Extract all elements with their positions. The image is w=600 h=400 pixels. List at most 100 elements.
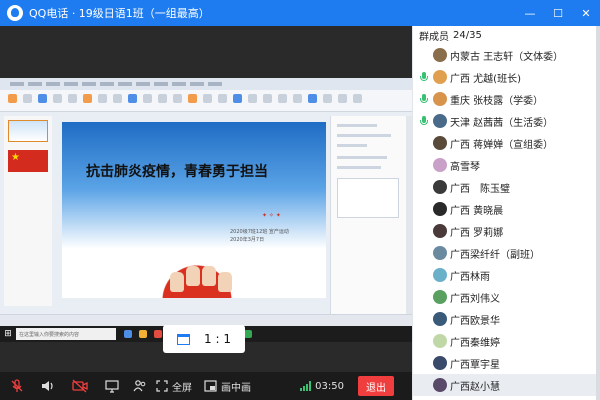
avatar — [433, 114, 447, 128]
member-name: 广西 蒋婵婵（宣组委） — [450, 139, 554, 151]
member-name: 广西 黄晓晨 — [450, 205, 504, 217]
signal-strength-icon — [300, 381, 312, 391]
avatar — [433, 180, 447, 194]
member-item[interactable]: 重庆 张枝露（学委） — [413, 88, 600, 110]
aspect-ratio-icon — [177, 333, 191, 345]
avatar — [433, 224, 447, 238]
member-item[interactable]: 广西林雨 — [413, 264, 600, 286]
mic-active-icon — [419, 71, 429, 83]
slide-headline: 抗击肺炎疫情，青春勇于担当 — [86, 164, 268, 180]
member-name: 广西赵小慧 — [450, 381, 500, 393]
member-item[interactable]: 内蒙古 王志轩（文体委） — [413, 44, 600, 66]
member-item[interactable]: 天津 赵茜茜（生活委） — [413, 110, 600, 132]
presentation-ribbon — [0, 78, 412, 112]
member-item[interactable]: 广西 罗莉娜 — [413, 220, 600, 242]
camera-off-button[interactable] — [62, 372, 98, 400]
exit-call-button[interactable]: 退出 — [358, 376, 394, 396]
mic-off-icon — [11, 379, 23, 392]
avatar — [433, 202, 447, 216]
mute-mic-button[interactable] — [2, 372, 32, 400]
avatar — [433, 268, 447, 282]
taskbar-search: 在这里输入你要搜索的内容 — [16, 328, 116, 340]
minimize-button[interactable]: — — [516, 0, 544, 26]
member-count: 24/35 — [453, 29, 482, 41]
task-pane — [330, 116, 406, 328]
member-list: 内蒙古 王志轩（文体委） 广西 尤越(班长) 重庆 张枝露（学委） 天津 赵茜茜（生活… — [413, 44, 600, 396]
avatar — [433, 158, 447, 172]
member-item[interactable]: 广西欧景华 — [413, 308, 600, 330]
fullscreen-button[interactable]: 全屏 — [156, 372, 192, 400]
member-name: 广西刘伟义 — [450, 293, 500, 305]
avatar — [433, 48, 447, 62]
member-name: 天津 赵茜茜（生活委） — [450, 117, 554, 129]
mic-active-icon — [419, 115, 429, 127]
share-screen-button[interactable] — [98, 372, 126, 400]
member-item[interactable]: 广西赵小慧 — [413, 374, 600, 396]
member-name: 广西梁纤纤（副班） — [450, 249, 540, 261]
close-button[interactable]: ✕ — [572, 0, 600, 26]
speaker-button[interactable] — [32, 372, 62, 400]
member-item[interactable]: 广西秦维婷 — [413, 330, 600, 352]
doves-decoration: ✦ ✧ ✦ — [262, 212, 281, 219]
screen-share-icon — [105, 380, 119, 393]
members-button[interactable] — [126, 372, 154, 400]
member-item[interactable]: 广西 蒋婵婵（宣组委） — [413, 132, 600, 154]
member-list-scrollbar[interactable] — [596, 26, 600, 400]
member-name: 广西 尤越(班长) — [450, 73, 521, 85]
member-panel-title: 群成员 — [419, 31, 449, 43]
aspect-ratio-button[interactable]: 1 : 1 — [163, 325, 245, 353]
window-controls: — ☐ ✕ — [516, 0, 600, 26]
pip-label: 画中画 — [221, 382, 251, 394]
call-duration: 03:50 — [315, 380, 344, 392]
fullscreen-label: 全屏 — [172, 382, 192, 394]
avatar — [433, 92, 447, 106]
avatar — [433, 246, 447, 260]
member-name: 重庆 张枝露（学委） — [450, 95, 544, 107]
shared-screen: 抗击肺炎疫情，青春勇于担当 ✦ ✧ ✦ 2020级7班12班 宣产运动 2020… — [0, 78, 412, 328]
window-title: QQ电话 · 19级日语1班（一组最高） — [29, 7, 210, 20]
slide-thumbnails — [4, 116, 52, 306]
member-name: 广西 陈玉璧 — [450, 183, 510, 195]
member-item[interactable]: 广西梁纤纤（副班） — [413, 242, 600, 264]
slide-thumbnail-2 — [8, 150, 48, 172]
avatar — [433, 378, 447, 392]
member-item[interactable]: 广西刘伟义 — [413, 286, 600, 308]
fullscreen-icon — [156, 380, 168, 392]
picture-in-picture-button[interactable]: 画中画 — [204, 372, 251, 400]
member-item[interactable]: 高雪琴 — [413, 154, 600, 176]
mic-active-icon — [419, 93, 429, 105]
member-name: 广西覃宇星 — [450, 359, 500, 371]
avatar — [433, 136, 447, 150]
member-name: 内蒙古 王志轩（文体委） — [450, 51, 564, 63]
camera-off-icon — [72, 379, 88, 393]
member-item[interactable]: 广西 尤越(班长) — [413, 66, 600, 88]
member-name: 广西秦维婷 — [450, 337, 500, 349]
video-area: 抗击肺炎疫情，青春勇于担当 ✦ ✧ ✦ 2020级7班12班 宣产运动 2020… — [0, 26, 412, 372]
pip-icon — [204, 380, 217, 392]
speaker-icon — [42, 381, 53, 391]
maximize-button[interactable]: ☐ — [544, 0, 572, 26]
member-name: 广西 罗莉娜 — [450, 227, 504, 239]
raised-fists-graphic — [152, 240, 242, 298]
call-timer: 03:50 — [300, 372, 344, 400]
avatar — [433, 356, 447, 370]
member-item[interactable]: 广西覃宇星 — [413, 352, 600, 374]
slide-subtitle: 2020级7班12班 宣产运动 — [230, 229, 289, 235]
current-slide: 抗击肺炎疫情，青春勇于担当 ✦ ✧ ✦ 2020级7班12班 宣产运动 2020… — [62, 122, 326, 298]
member-name: 高雪琴 — [450, 161, 480, 173]
member-panel-header: 群成员 24/35 — [413, 26, 600, 44]
member-name: 广西林雨 — [450, 271, 490, 283]
title-bar: QQ电话 · 19级日语1班（一组最高） — ☐ ✕ — [0, 0, 600, 26]
member-item[interactable]: 广西 黄晓晨 — [413, 198, 600, 220]
call-controls: 全屏 画中画 03:50 退出 — [0, 372, 412, 400]
people-icon — [133, 380, 146, 392]
avatar — [433, 334, 447, 348]
avatar — [433, 312, 447, 326]
slide-thumbnail-1 — [8, 120, 48, 142]
aspect-ratio-label: 1 : 1 — [204, 332, 231, 346]
member-panel: 群成员 24/35 内蒙古 王志轩（文体委） 广西 尤越(班长) 重庆 张枝露（学委… — [412, 26, 600, 400]
avatar — [433, 70, 447, 84]
qq-logo-icon — [7, 5, 23, 21]
member-item[interactable]: 广西 陈玉璧 — [413, 176, 600, 198]
avatar — [433, 290, 447, 304]
